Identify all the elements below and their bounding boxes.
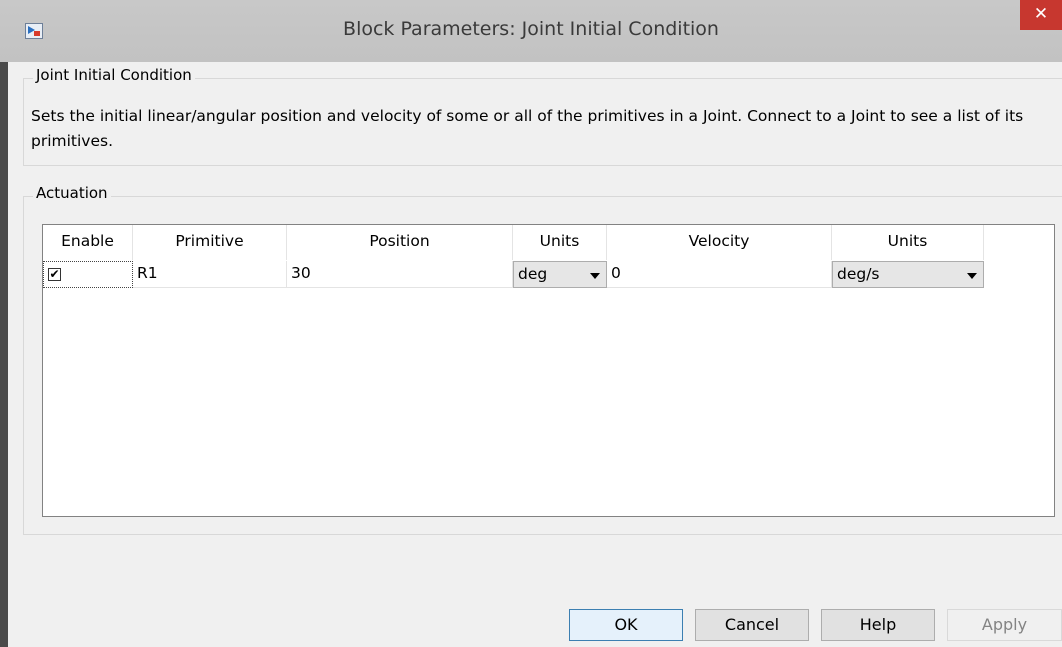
window-title: Block Parameters: Joint Initial Conditio… — [343, 18, 719, 40]
position-units-value: deg — [518, 265, 548, 283]
header-primitive[interactable]: Primitive — [133, 225, 287, 260]
enable-checkbox[interactable]: ✔ — [48, 268, 61, 281]
block-description: Sets the initial linear/angular position… — [31, 107, 1024, 150]
close-icon: ✕ — [1033, 4, 1049, 24]
primitives-table: Enable Primitive Position Units Velocity… — [42, 224, 1055, 517]
chevron-down-icon — [590, 273, 600, 279]
close-button[interactable]: ✕ — [1020, 0, 1062, 30]
title-bar[interactable]: Block Parameters: Joint Initial Conditio… — [0, 0, 1062, 62]
primitive-cell: R1 — [133, 261, 287, 288]
enable-cell[interactable]: ✔ — [43, 261, 133, 288]
cancel-button[interactable]: Cancel — [695, 609, 809, 641]
header-units-velocity[interactable]: Units — [832, 225, 984, 260]
velocity-input[interactable]: 0 — [607, 261, 832, 288]
velocity-units-value: deg/s — [837, 265, 880, 283]
velocity-units-select[interactable]: deg/s — [832, 261, 984, 288]
position-input[interactable]: 30 — [287, 261, 513, 288]
apply-button[interactable]: Apply — [947, 609, 1062, 641]
chevron-down-icon — [967, 273, 977, 279]
group-legend-actuation: Actuation — [33, 184, 111, 202]
header-enable[interactable]: Enable — [43, 225, 133, 260]
ok-button[interactable]: OK — [569, 609, 683, 641]
help-button[interactable]: Help — [821, 609, 935, 641]
header-velocity[interactable]: Velocity — [607, 225, 832, 260]
position-units-select[interactable]: deg — [513, 261, 607, 288]
group-legend-joint: Joint Initial Condition — [33, 66, 195, 84]
header-units-position[interactable]: Units — [513, 225, 607, 260]
header-position[interactable]: Position — [287, 225, 513, 260]
